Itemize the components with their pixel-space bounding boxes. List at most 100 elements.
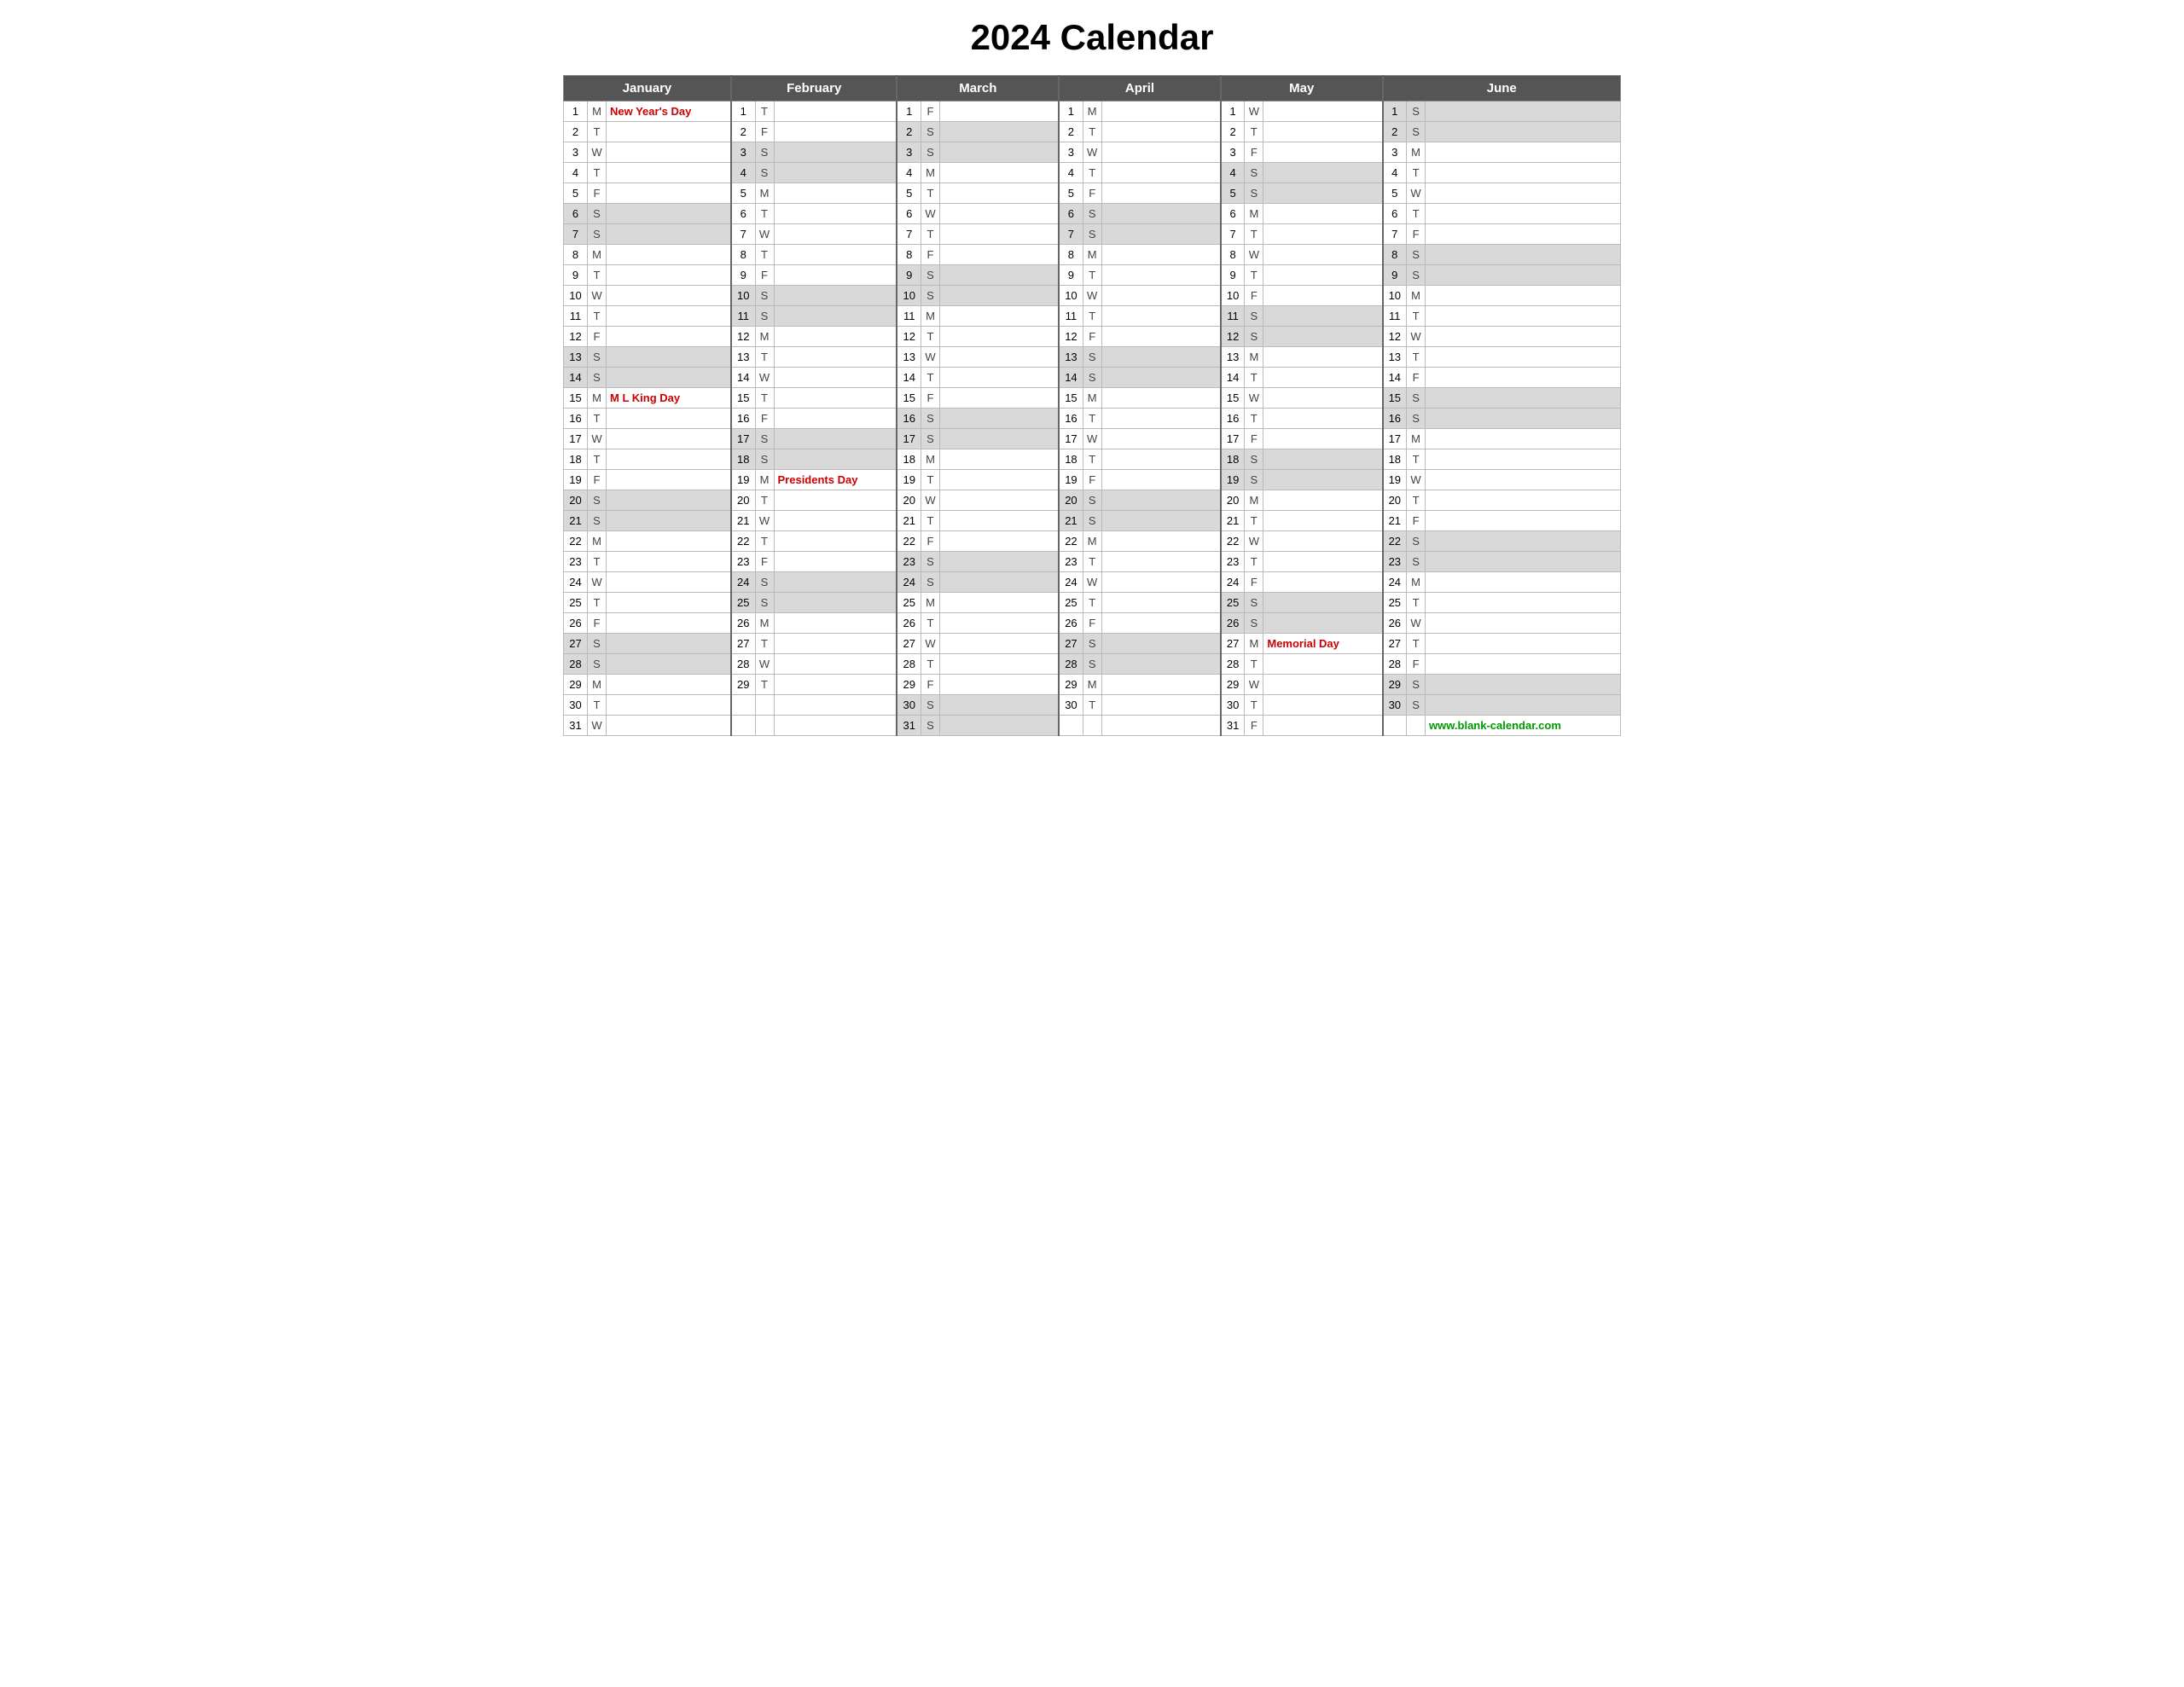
day-letter-jun-2: S [1407, 122, 1426, 142]
day-holiday-jan-28 [607, 654, 732, 675]
day-letter-jan-12: F [588, 327, 607, 347]
day-num-jun-5: 5 [1383, 183, 1407, 204]
day-letter-apr-28: S [1083, 654, 1101, 675]
day-holiday-apr-27 [1101, 634, 1221, 654]
day-letter-may-7: T [1245, 224, 1263, 245]
day-holiday-jan-18 [607, 449, 732, 470]
day-holiday-apr-26 [1101, 613, 1221, 634]
day-holiday-jan-1: New Year's Day [607, 101, 732, 122]
day-num-mar-10: 10 [897, 286, 921, 306]
day-num-feb-30 [731, 695, 755, 716]
day-letter-jun-10: M [1407, 286, 1426, 306]
day-letter-mar-5: T [921, 183, 939, 204]
day-num-apr-7: 7 [1059, 224, 1083, 245]
day-letter-may-19: S [1245, 470, 1263, 490]
day-letter-mar-26: T [921, 613, 939, 634]
day-holiday-feb-16 [774, 409, 897, 429]
day-letter-jun-28: F [1407, 654, 1426, 675]
day-holiday-may-5 [1263, 183, 1383, 204]
day-holiday-jan-29 [607, 675, 732, 695]
day-num-may-7: 7 [1221, 224, 1245, 245]
day-letter-feb-5: M [755, 183, 774, 204]
day-holiday-apr-6 [1101, 204, 1221, 224]
day-holiday-apr-18 [1101, 449, 1221, 470]
day-letter-apr-21: S [1083, 511, 1101, 531]
day-letter-mar-17: S [921, 429, 939, 449]
day-letter-may-20: M [1245, 490, 1263, 511]
day-holiday-may-31 [1263, 716, 1383, 736]
day-holiday-jun-3 [1426, 142, 1621, 163]
day-num-apr-25: 25 [1059, 593, 1083, 613]
day-num-apr-28: 28 [1059, 654, 1083, 675]
day-num-jan-1: 1 [564, 101, 588, 122]
day-num-may-14: 14 [1221, 368, 1245, 388]
day-letter-feb-3: S [755, 142, 774, 163]
day-holiday-mar-13 [939, 347, 1059, 368]
day-num-mar-9: 9 [897, 265, 921, 286]
day-num-may-11: 11 [1221, 306, 1245, 327]
day-letter-jan-19: F [588, 470, 607, 490]
day-num-feb-6: 6 [731, 204, 755, 224]
day-num-feb-16: 16 [731, 409, 755, 429]
day-letter-may-13: M [1245, 347, 1263, 368]
day-holiday-may-8 [1263, 245, 1383, 265]
day-letter-may-17: F [1245, 429, 1263, 449]
day-holiday-may-7 [1263, 224, 1383, 245]
day-num-apr-1: 1 [1059, 101, 1083, 122]
day-holiday-mar-17 [939, 429, 1059, 449]
day-holiday-mar-8 [939, 245, 1059, 265]
day-num-jan-15: 15 [564, 388, 588, 409]
day-holiday-feb-4 [774, 163, 897, 183]
day-holiday-jan-5 [607, 183, 732, 204]
day-holiday-feb-5 [774, 183, 897, 204]
day-letter-jan-13: S [588, 347, 607, 368]
day-letter-mar-16: S [921, 409, 939, 429]
day-letter-mar-13: W [921, 347, 939, 368]
day-letter-apr-19: F [1083, 470, 1101, 490]
day-letter-may-11: S [1245, 306, 1263, 327]
day-holiday-apr-20 [1101, 490, 1221, 511]
day-letter-apr-10: W [1083, 286, 1101, 306]
day-letter-jan-22: M [588, 531, 607, 552]
day-letter-jan-23: T [588, 552, 607, 572]
day-num-apr-8: 8 [1059, 245, 1083, 265]
day-num-may-4: 4 [1221, 163, 1245, 183]
day-letter-may-27: M [1245, 634, 1263, 654]
day-letter-apr-16: T [1083, 409, 1101, 429]
day-num-jan-16: 16 [564, 409, 588, 429]
day-letter-mar-30: S [921, 695, 939, 716]
day-letter-jan-9: T [588, 265, 607, 286]
day-letter-jun-15: S [1407, 388, 1426, 409]
day-holiday-mar-28 [939, 654, 1059, 675]
day-letter-jun-19: W [1407, 470, 1426, 490]
day-num-may-30: 30 [1221, 695, 1245, 716]
day-letter-mar-20: W [921, 490, 939, 511]
day-letter-mar-19: T [921, 470, 939, 490]
day-letter-feb-24: S [755, 572, 774, 593]
day-letter-jun-21: F [1407, 511, 1426, 531]
day-letter-mar-2: S [921, 122, 939, 142]
day-holiday-mar-20 [939, 490, 1059, 511]
day-num-mar-8: 8 [897, 245, 921, 265]
day-letter-jun-3: M [1407, 142, 1426, 163]
day-letter-jan-2: T [588, 122, 607, 142]
page-title: 2024 Calendar [563, 17, 1621, 58]
day-num-feb-4: 4 [731, 163, 755, 183]
day-num-apr-26: 26 [1059, 613, 1083, 634]
day-holiday-apr-19 [1101, 470, 1221, 490]
day-letter-may-3: F [1245, 142, 1263, 163]
day-num-may-27: 27 [1221, 634, 1245, 654]
day-holiday-mar-30 [939, 695, 1059, 716]
day-holiday-jun-28 [1426, 654, 1621, 675]
day-letter-feb-31 [755, 716, 774, 736]
day-letter-feb-7: W [755, 224, 774, 245]
day-num-jan-3: 3 [564, 142, 588, 163]
day-letter-mar-6: W [921, 204, 939, 224]
day-letter-jan-27: S [588, 634, 607, 654]
day-num-jun-9: 9 [1383, 265, 1407, 286]
day-num-feb-2: 2 [731, 122, 755, 142]
day-holiday-feb-10 [774, 286, 897, 306]
day-letter-mar-12: T [921, 327, 939, 347]
day-holiday-feb-23 [774, 552, 897, 572]
day-num-feb-8: 8 [731, 245, 755, 265]
